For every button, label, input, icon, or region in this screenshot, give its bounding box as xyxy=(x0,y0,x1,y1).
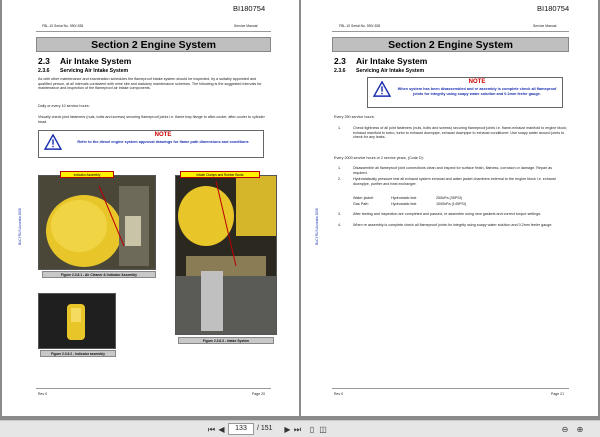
footer-left: Rev 0 xyxy=(38,392,48,396)
table-cell: Hydrostatic test xyxy=(391,196,417,200)
list-number: 4. xyxy=(338,223,342,227)
two-page-view-icon[interactable]: ◫ xyxy=(318,424,328,435)
paragraph: Every 2000 service hours or 2 service ye… xyxy=(334,156,424,160)
footer-left: Rev 0 xyxy=(334,392,344,396)
last-page-icon[interactable]: ⏭ xyxy=(293,424,302,435)
table-cell: 250kPa (35PSI) xyxy=(436,196,463,200)
subheading-number: 2.3.6 xyxy=(38,68,50,74)
doc-id: BI180754 xyxy=(233,4,266,13)
figure-caption: Figure 2.3.6.3 - Intake System xyxy=(178,337,274,344)
first-page-icon[interactable]: ⏮ xyxy=(207,424,216,435)
note-title: NOTE xyxy=(154,132,172,138)
page-number: Page 21 xyxy=(551,392,565,396)
figure-caption: Figure 2.3.6.2 - Indicator assembly xyxy=(40,350,116,357)
header-rule xyxy=(36,31,271,32)
paragraph: Visually check joint fasteners (nuts, bo… xyxy=(38,115,265,124)
list-item: When re assembly is complete check all f… xyxy=(353,223,553,227)
heading: Air Intake System xyxy=(60,56,132,66)
note-box: NOTE Refer to the diesel engine system a… xyxy=(38,130,264,158)
single-page-view-icon[interactable]: ▯ xyxy=(307,424,317,435)
list-number: 1. xyxy=(338,166,342,170)
header-right: Service Manual xyxy=(533,24,557,28)
list-number: 2. xyxy=(338,177,342,181)
page-number: Page 20 xyxy=(252,392,266,396)
indicator-photo xyxy=(38,293,116,349)
warning-icon xyxy=(373,81,391,97)
header-rule xyxy=(332,31,569,32)
side-watermark: BUCYRUS Australia 2008 xyxy=(315,208,319,245)
zoom-out-icon[interactable]: ⊖ xyxy=(560,424,570,435)
subheading: Servicing Air Intake System xyxy=(356,68,425,74)
warning-icon xyxy=(44,134,62,150)
intake-photo xyxy=(175,175,277,335)
note-text: Refer to the diesel engine system approv… xyxy=(77,140,249,144)
figure-caption: Figure 2.3.6.1 - Air Cleaner & Indicator… xyxy=(42,271,156,278)
doc-id: BI180754 xyxy=(537,4,570,13)
table-cell: Hydrostatic test xyxy=(391,202,417,206)
header-left: FBL-10 Serial No. 590/-535 xyxy=(42,24,84,28)
paragraph: As with other maintenance and examinatio… xyxy=(38,77,262,91)
table-cell: 1000kPa (145PSI) xyxy=(436,202,467,206)
paragraph: Every 250 service hours: xyxy=(334,115,375,119)
air-cleaner-photo xyxy=(38,175,156,270)
heading-number: 2.3 xyxy=(38,56,50,66)
list-item: Hydrostatically pressure test all exhaus… xyxy=(353,177,556,186)
footer-rule xyxy=(332,388,569,389)
list-number: 3. xyxy=(338,212,342,216)
note-box: NOTE When system has been disassembled a… xyxy=(367,77,563,108)
pdf-toolbar: ⏮ ◀ 133 / 151 ▶ ⏭ ▯ ◫ ⊖ ⊕ xyxy=(0,420,600,437)
right-page: BI180754 FBL-10 Serial No. 590/-535 Serv… xyxy=(301,0,598,416)
subheading: Servicing Air Intake System xyxy=(60,68,129,74)
heading: Air Intake System xyxy=(356,56,428,66)
note-title: NOTE xyxy=(468,79,486,85)
previous-page-icon[interactable]: ◀ xyxy=(217,424,226,435)
zoom-in-icon[interactable]: ⊕ xyxy=(575,424,585,435)
next-page-icon[interactable]: ▶ xyxy=(283,424,292,435)
section-title: Section 2 Engine System xyxy=(36,37,271,52)
left-page: BI180754 FBL-10 Serial No. 590/-535 Serv… xyxy=(2,0,299,416)
note-text: When system has been disassembled and re… xyxy=(397,87,557,96)
indicator-assembly-label: Indicator Assembly xyxy=(60,171,114,178)
table-cell: Water jacket xyxy=(353,196,374,200)
section-title: Section 2 Engine System xyxy=(332,37,569,52)
side-watermark: BUCYRUS Australia 2008 xyxy=(18,208,22,245)
list-item: Check tightness of all joint fasteners (… xyxy=(353,126,567,140)
list-number: 1. xyxy=(338,126,342,130)
subheading-number: 2.3.6 xyxy=(334,68,346,74)
total-pages: / 151 xyxy=(257,425,273,432)
list-item: After testing and inspection are complet… xyxy=(353,212,542,216)
page-number-input[interactable]: 133 xyxy=(228,423,254,435)
table-cell: Gas Path xyxy=(353,202,369,206)
intake-system-image xyxy=(176,176,276,334)
intake-clamps-label: Intake Clamps and Rubber Boots xyxy=(180,171,260,178)
paragraph: Daily or every 10 service hours: xyxy=(38,104,90,108)
header-right: Service Manual xyxy=(234,24,258,28)
heading-number: 2.3 xyxy=(334,56,346,66)
indicator-image xyxy=(39,294,115,348)
footer-rule xyxy=(36,388,271,389)
header-left: FBL-10 Serial No. 590/-535 xyxy=(339,24,381,28)
list-item: Disassemble all flameproof joint connect… xyxy=(353,166,553,175)
air-cleaner-image xyxy=(39,176,155,269)
